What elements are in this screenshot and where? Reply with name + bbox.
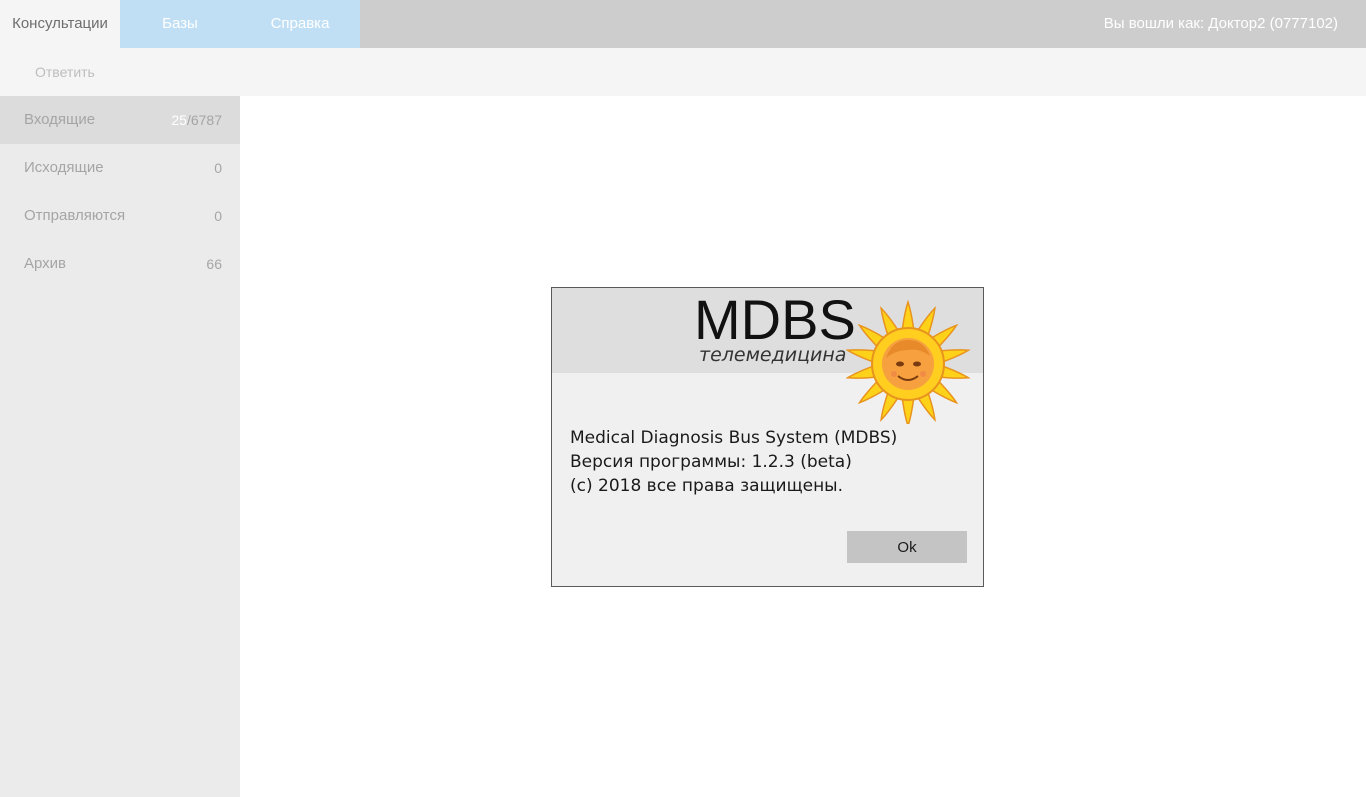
inbox-count: 25/6787 — [171, 96, 222, 144]
tab-consultations[interactable]: Консультации — [0, 0, 120, 48]
sidebar-item-archive[interactable]: Архив 66 — [0, 240, 240, 288]
sidebar-item-outbox[interactable]: Исходящие 0 — [0, 144, 240, 192]
item-count: 0 — [214, 208, 222, 224]
tab-help[interactable]: Справка — [240, 0, 360, 48]
total-count: 6787 — [190, 112, 222, 128]
unread-count: 25 — [171, 112, 187, 128]
tab-databases[interactable]: Базы — [120, 0, 240, 48]
toolbar: Ответить — [0, 48, 1366, 96]
sidebar-item-inbox[interactable]: Входящие 25/6787 — [0, 96, 240, 144]
ok-button[interactable]: Ok — [847, 531, 967, 563]
sidebar-item-sending[interactable]: Отправляются 0 — [0, 192, 240, 240]
brand-title: MDBS — [694, 288, 856, 351]
sidebar-item-label: Архив — [24, 255, 67, 272]
logged-in-user: Вы вошли как: Доктор2 (0777102) — [1103, 15, 1338, 32]
item-count: 0 — [214, 160, 222, 176]
top-bar: Консультации Базы Справка Вы вошли как: … — [0, 0, 1366, 48]
about-dialog: MDBS телемедицина Medical Diagnosis Bus … — [551, 287, 984, 587]
sidebar: Входящие 25/6787 Исходящие 0 Отправляютс… — [0, 96, 240, 797]
sidebar-item-label: Исходящие — [24, 159, 104, 176]
sidebar-item-label: Входящие — [24, 111, 96, 128]
brand-subtitle: телемедицина — [699, 344, 847, 366]
version-text: Версия программы: 1.2.3 (beta) — [570, 452, 852, 472]
product-name: Medical Diagnosis Bus System (MDBS) — [570, 428, 898, 448]
reply-button[interactable]: Ответить — [35, 48, 95, 96]
sun-mascot-icon — [846, 299, 971, 424]
about-text: Medical Diagnosis Bus System (MDBS) Верс… — [570, 426, 897, 498]
item-count: 66 — [206, 256, 222, 272]
sidebar-item-label: Отправляются — [24, 207, 126, 224]
copyright-text: (с) 2018 все права защищены. — [570, 476, 844, 496]
